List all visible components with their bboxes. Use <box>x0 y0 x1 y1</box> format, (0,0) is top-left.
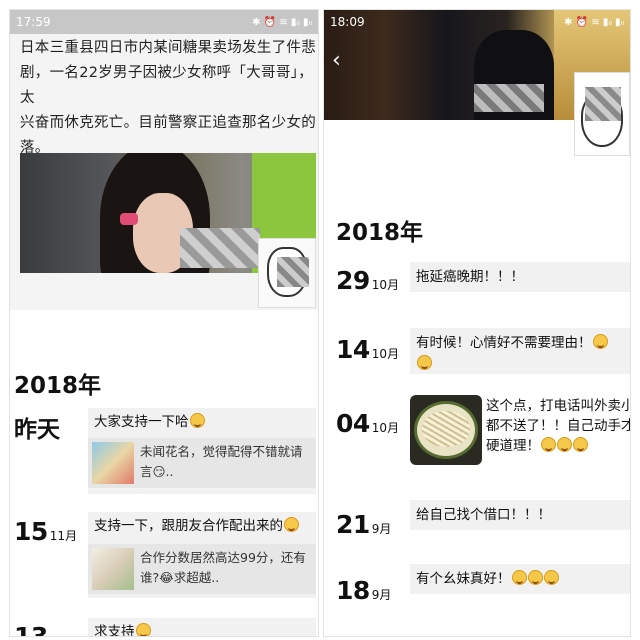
date-day: 18 <box>336 576 370 605</box>
post-text: 支持一下，跟朋友合作配出来的 <box>94 516 299 536</box>
post-card[interactable]: 有时候！心情好不需要理由！ <box>410 328 630 374</box>
grin-emoji-icon <box>557 437 572 452</box>
post-text: 大家支持一下哈 <box>94 412 205 432</box>
noodle-strands <box>422 411 470 447</box>
avatar-mosaic <box>277 257 309 287</box>
right-screenshot-panel: 18:09 ✱ ⏰ ≋ ▮ᵢₗ ▮ᵢₗ ‹ 2018年 29 10月 拖延癌晚期… <box>324 10 630 636</box>
link-title-line1: 未闻花名，觉得配得不错就请 <box>140 444 303 459</box>
year-heading: 2018年 <box>14 373 102 399</box>
date-month: 10月 <box>371 421 400 435</box>
date-day: 04 <box>336 409 370 438</box>
post-card[interactable]: 大家支持一下哈 未闻花名，觉得配得不错就请 言😏.. <box>88 408 316 494</box>
shared-link-preview[interactable]: 未闻花名，觉得配得不错就请 言😏.. <box>88 438 316 488</box>
post-text-content: 有时候！心情好不需要理由！ <box>416 335 592 351</box>
status-time: 17:59 <box>16 15 51 29</box>
post-date: 21 9月 <box>336 510 391 539</box>
post-text-content: 有个幺妹真好！ <box>416 571 511 587</box>
article-line: 日本三重县四日市内某间糖果卖场发生了件悲 <box>20 40 316 56</box>
post-text-line3: 硬道理！ <box>486 436 588 456</box>
grin-emoji-icon <box>527 570 543 585</box>
user-avatar[interactable] <box>258 238 316 308</box>
noodle-photo-thumbnail[interactable] <box>410 395 482 465</box>
grin-emoji-icon <box>135 623 151 636</box>
post-date: 04 10月 <box>336 409 399 438</box>
grin-emoji-icon <box>573 437 588 452</box>
article-text: 日本三重县四日市内某间糖果卖场发生了件悲 剧，一名22岁男子因被少女称呼「大哥哥… <box>20 36 318 161</box>
post-text: 拖延癌晚期！！！ <box>416 269 524 285</box>
post-text-content: 大家支持一下哈 <box>94 414 189 430</box>
post-text: 有个幺妹真好！ <box>416 569 559 589</box>
status-bar: 17:59 ✱ ⏰ ≋ ▮ᵢₗ ▮ᵢₗ <box>10 10 318 34</box>
grin-emoji-icon <box>592 334 608 349</box>
link-thumbnail <box>92 442 134 484</box>
photo-hair-bow <box>120 213 138 225</box>
shared-article-card[interactable]: 日本三重县四日市内某间糖果卖场发生了件悲 剧，一名22岁男子因被少女称呼「大哥哥… <box>10 10 318 310</box>
date-day: 14 <box>336 335 370 364</box>
post-date: 15 11月 <box>14 517 77 546</box>
post-card[interactable]: 给自己找个借口！！！ <box>410 500 630 530</box>
laughing-tears-emoji-icon <box>284 517 299 532</box>
post-date: 14 10月 <box>336 335 399 364</box>
article-line: 兴奋而休克死亡。目前警察正追查那名少女的 <box>20 115 316 131</box>
photo-mosaic-blur <box>180 228 260 268</box>
date-yesterday: 昨天 <box>14 417 60 443</box>
date-month: 9月 <box>371 588 392 602</box>
grin-emoji-icon <box>511 570 527 585</box>
post-card[interactable]: 支持一下，跟朋友合作配出来的 合作分数居然高达99分，还有 谁?😂求超越.. <box>88 512 316 598</box>
emoji-row <box>416 353 432 372</box>
post-text-content: 求支持 <box>94 624 135 636</box>
avatar-mosaic <box>585 87 621 121</box>
link-title-line2: 谁?😂求超越.. <box>140 570 220 585</box>
status-icons: ✱ ⏰ ≋ ▮ᵢₗ ▮ᵢₗ <box>252 16 312 28</box>
date-day: 13 <box>14 622 48 636</box>
status-bar: 18:09 ✱ ⏰ ≋ ▮ᵢₗ ▮ᵢₗ <box>324 10 630 34</box>
post-date: 18 9月 <box>336 576 391 605</box>
date-month: 11月 <box>49 529 78 543</box>
left-screenshot-panel: 日本三重县四日市内某间糖果卖场发生了件悲 剧，一名22岁男子因被少女称呼「大哥哥… <box>10 10 318 636</box>
link-thumbnail <box>92 548 134 590</box>
post-card[interactable]: 有个幺妹真好！ <box>410 564 630 594</box>
post-date: 13 <box>14 622 48 636</box>
profile-avatar[interactable] <box>574 72 630 156</box>
date-day: 29 <box>336 266 370 295</box>
date-month: 10月 <box>371 347 400 361</box>
link-title-line2: 言😏.. <box>140 464 174 479</box>
post-card[interactable]: 拖延癌晚期！！！ <box>410 262 630 292</box>
post-text-content: 支持一下，跟朋友合作配出来的 <box>94 518 283 534</box>
status-icons: ✱ ⏰ ≋ ▮ᵢₗ ▮ᵢₗ <box>564 16 624 28</box>
cover-mosaic-blur <box>474 84 544 112</box>
year-heading: 2018年 <box>336 220 424 246</box>
post-text-line2: 都不送了！！自己动手才 <box>486 418 630 434</box>
post-text: 有时候！心情好不需要理由！ <box>416 333 608 353</box>
post-text: 给自己找个借口！！！ <box>416 507 551 523</box>
article-line: 剧，一名22岁男子因被少女称呼「大哥哥」，太 <box>20 65 313 106</box>
post-date: 29 10月 <box>336 266 399 295</box>
status-time: 18:09 <box>330 15 365 29</box>
post-text-content: 硬道理！ <box>486 438 540 454</box>
grin-emoji-icon <box>541 437 556 452</box>
grin-emoji-icon <box>417 355 432 370</box>
post-text-line1: 这个点，打电话叫外卖小 <box>486 398 630 414</box>
post-card[interactable]: 求支持 <box>88 618 316 636</box>
grin-emoji-icon <box>189 413 205 428</box>
shared-link-preview[interactable]: 合作分数居然高达99分，还有 谁?😂求超越.. <box>88 544 316 594</box>
date-day: 21 <box>336 510 370 539</box>
grin-emoji-icon <box>543 570 559 585</box>
date-month: 9月 <box>371 522 392 536</box>
link-title-line1: 合作分数居然高达99分，还有 <box>140 550 306 565</box>
date-day: 15 <box>14 517 48 546</box>
back-arrow-icon[interactable]: ‹ <box>332 48 356 78</box>
post-text: 求支持 <box>94 622 151 636</box>
date-month: 10月 <box>371 278 400 292</box>
